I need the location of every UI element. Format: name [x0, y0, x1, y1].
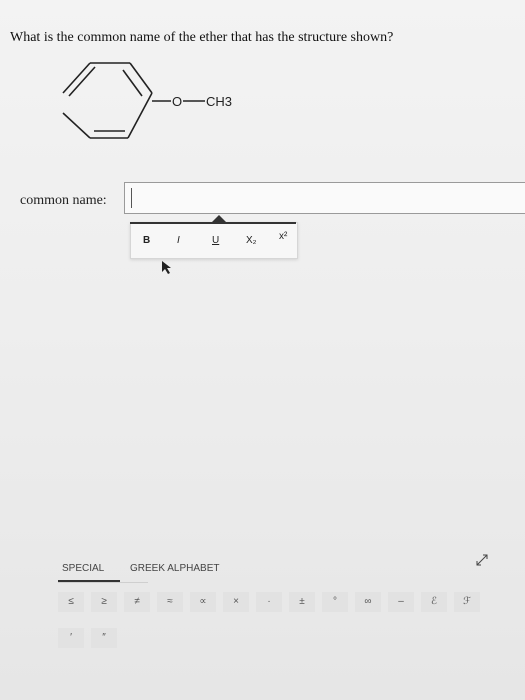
- symbol-times[interactable]: ×: [223, 592, 249, 612]
- answer-label: common name:: [20, 193, 107, 208]
- symbol-plus-minus[interactable]: ±: [289, 592, 315, 612]
- chemical-structure: O CH3: [62, 62, 232, 139]
- underline-button[interactable]: U: [212, 235, 219, 246]
- common-name-input[interactable]: [124, 182, 525, 214]
- active-tab-indicator: [58, 580, 120, 582]
- bold-button[interactable]: B: [143, 235, 150, 246]
- symbol-script-e[interactable]: ℰ: [421, 592, 447, 612]
- symbol-proportional[interactable]: ∝: [190, 592, 216, 612]
- symbol-script-f[interactable]: ℱ: [454, 592, 480, 612]
- italic-button[interactable]: I: [177, 235, 180, 246]
- question-text: What is the common name of the ether tha…: [10, 30, 394, 45]
- symbol-approx[interactable]: ≈: [157, 592, 183, 612]
- symbol-less-equal[interactable]: ≤: [58, 592, 84, 612]
- symbol-greater-equal[interactable]: ≥: [91, 592, 117, 612]
- expand-icon[interactable]: [474, 552, 490, 568]
- symbol-double-prime[interactable]: ″: [91, 628, 117, 648]
- tab-special[interactable]: SPECIAL: [62, 563, 104, 574]
- subscript-button[interactable]: X₂: [246, 235, 257, 246]
- symbol-infinity[interactable]: ∞: [355, 592, 381, 612]
- symbol-prime[interactable]: ′: [58, 628, 84, 648]
- format-toolbar: B I U X₂ x²: [130, 222, 298, 259]
- symbol-dot[interactable]: ·: [256, 592, 282, 612]
- methyl-group-label: CH3: [206, 94, 232, 109]
- tab-divider: [58, 582, 148, 583]
- symbol-not-equal[interactable]: ≠: [124, 592, 150, 612]
- mouse-cursor-icon: [162, 261, 171, 274]
- symbol-dash[interactable]: –: [388, 592, 414, 612]
- symbol-degree[interactable]: °: [322, 592, 348, 612]
- text-caret: [131, 188, 132, 208]
- superscript-button[interactable]: x²: [279, 231, 287, 242]
- tab-greek-alphabet[interactable]: GREEK ALPHABET: [130, 563, 219, 574]
- toolbar-top-border: [130, 222, 296, 224]
- oxygen-atom-label: O: [172, 94, 182, 109]
